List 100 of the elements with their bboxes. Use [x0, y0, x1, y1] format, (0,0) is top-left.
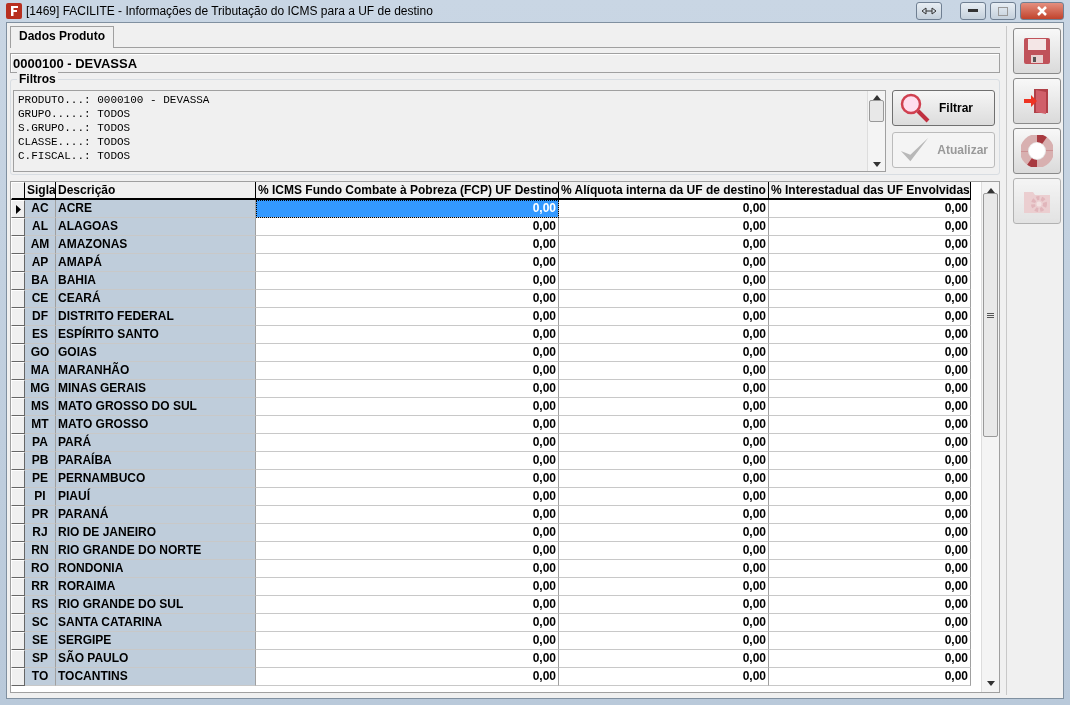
table-cell: PERNAMBUCO: [56, 470, 256, 488]
filter-button[interactable]: Filtrar: [892, 90, 995, 126]
table-cell: 0,00: [559, 398, 769, 416]
table-cell: 0,00: [256, 560, 559, 578]
table-cell: RIO GRANDE DO NORTE: [56, 542, 256, 560]
table-cell: 0,00: [256, 362, 559, 380]
filter-line: PRODUTO...: 0000100 - DEVASSA: [18, 93, 211, 107]
table-cell: MARANHÃO: [56, 362, 256, 380]
table-cell: DF: [25, 308, 56, 326]
table-cell: 0,00: [769, 398, 971, 416]
table-cell: AC: [25, 200, 56, 218]
search-icon: [899, 93, 931, 123]
table-cell: SP: [25, 650, 56, 668]
table-cell: BA: [25, 272, 56, 290]
table-cell: MG: [25, 380, 56, 398]
table-cell: MT: [25, 416, 56, 434]
scrollbar[interactable]: [981, 182, 999, 692]
table-cell: 0,00: [256, 650, 559, 668]
table-cell: 0,00: [256, 470, 559, 488]
table-cell: SANTA CATARINA: [56, 614, 256, 632]
table-cell: BAHIA: [56, 272, 256, 290]
filter-line: S.GRUPO...: TODOS: [18, 121, 132, 135]
table-cell: 0,00: [769, 506, 971, 524]
table-cell: 0,00: [256, 380, 559, 398]
scroll-thumb[interactable]: [869, 100, 884, 122]
table-cell: 0,00: [559, 380, 769, 398]
table-cell: RS: [25, 596, 56, 614]
down-arrow-icon[interactable]: [872, 162, 881, 167]
table-cell: PIAUÍ: [56, 488, 256, 506]
filter-line: CLASSE....: TODOS: [18, 135, 132, 149]
table-cell: PARAÍBA: [56, 452, 256, 470]
table-cell: GOIAS: [56, 344, 256, 362]
table-cell: 0,00: [769, 632, 971, 650]
table-cell: SÃO PAULO: [56, 650, 256, 668]
table-cell: 0,00: [256, 488, 559, 506]
table-cell: CE: [25, 290, 56, 308]
table-cell: 0,00: [559, 290, 769, 308]
table-cell: 0,00: [256, 236, 559, 254]
table-cell: GO: [25, 344, 56, 362]
down-arrow-icon[interactable]: [986, 681, 995, 686]
table-cell: 0,00: [559, 632, 769, 650]
table-cell: 0,00: [256, 632, 559, 650]
tab[interactable]: Dados Produto: [10, 26, 114, 48]
table-cell: AMAZONAS: [56, 236, 256, 254]
close-button[interactable]: [1020, 2, 1064, 20]
resize-button[interactable]: [916, 2, 942, 20]
table-cell: 0,00: [559, 470, 769, 488]
column-header[interactable]: % Alíquota interna da UF de destino: [559, 182, 769, 200]
table-cell: 0,00: [559, 542, 769, 560]
table-cell: 0,00: [769, 326, 971, 344]
table-cell: 0,00: [769, 452, 971, 470]
table-cell: SERGIPE: [56, 632, 256, 650]
table-cell: 0,00: [559, 218, 769, 236]
table-cell: 0,00: [559, 560, 769, 578]
table-cell: AM: [25, 236, 56, 254]
table-cell: 0,00: [769, 650, 971, 668]
table-cell: 0,00: [256, 452, 559, 470]
save-button[interactable]: [1013, 28, 1061, 74]
table-cell: 0,00: [559, 506, 769, 524]
table-cell: 0,00: [256, 326, 559, 344]
minimize-button[interactable]: [960, 2, 986, 20]
table-cell: 0,00: [559, 362, 769, 380]
table-cell: AL: [25, 218, 56, 236]
table-cell: 0,00: [559, 524, 769, 542]
column-header[interactable]: % ICMS Fundo Combate à Pobreza (FCP) UF Destino: [256, 182, 559, 200]
table-cell: TOCANTINS: [56, 668, 256, 686]
column-header[interactable]: % Interestadual das UF Envolvidas: [769, 182, 971, 200]
column-header[interactable]: Sigla: [25, 182, 56, 200]
filter-line: C.FISCAL..: TODOS: [18, 149, 132, 163]
column-header[interactable]: Descrição: [56, 182, 256, 200]
row-indicator[interactable]: [11, 200, 25, 218]
help-button[interactable]: [1013, 128, 1061, 174]
table-cell: 0,00: [256, 272, 559, 290]
table-cell: AMAPÁ: [56, 254, 256, 272]
table-cell: SC: [25, 614, 56, 632]
up-arrow-icon[interactable]: [986, 188, 995, 193]
table-cell: RJ: [25, 524, 56, 542]
table-cell: 0,00: [769, 362, 971, 380]
table-cell: 0,00: [769, 668, 971, 686]
table-cell: 0,00: [256, 668, 559, 686]
table-cell: RN: [25, 542, 56, 560]
table-cell: 0,00: [769, 218, 971, 236]
table-cell: MATO GROSSO: [56, 416, 256, 434]
table-cell: PI: [25, 488, 56, 506]
maximize-icon: [998, 6, 1008, 16]
table-cell: PB: [25, 452, 56, 470]
app-logo-icon: [6, 3, 22, 19]
table-cell: CEARÁ: [56, 290, 256, 308]
table-cell: 0,00: [256, 398, 559, 416]
table-cell: 0,00: [769, 416, 971, 434]
table-cell: 0,00: [559, 578, 769, 596]
exit-button[interactable]: [1013, 78, 1061, 124]
table-cell: 0,00: [559, 416, 769, 434]
table-cell: 0,00: [769, 596, 971, 614]
close-icon: [1036, 6, 1048, 16]
table-cell: RONDONIA: [56, 560, 256, 578]
scrollbar[interactable]: [867, 91, 885, 171]
lifebuoy-icon: [1021, 135, 1053, 167]
scroll-thumb[interactable]: [983, 193, 998, 437]
up-arrow-icon[interactable]: [872, 95, 881, 100]
